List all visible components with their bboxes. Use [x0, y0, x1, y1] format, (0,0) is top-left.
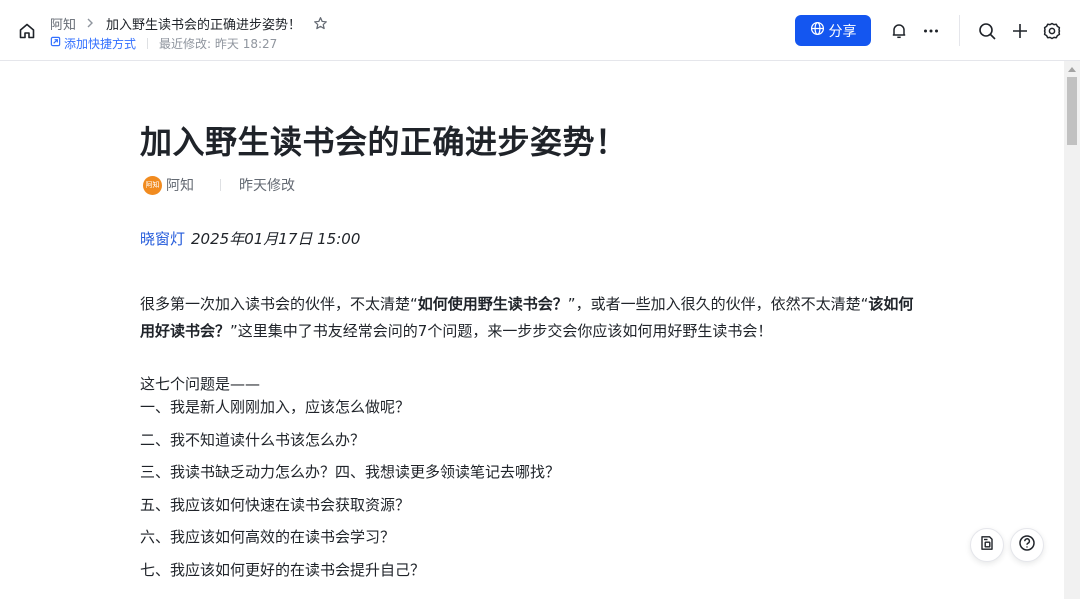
list-item: 一、我是新人刚刚加入，应该怎么做呢？ — [140, 398, 411, 416]
star-icon[interactable] — [313, 16, 328, 31]
share-label: 分享 — [828, 23, 857, 40]
list-item: 七、我应该如何更好的在读书会提升自己？ — [140, 560, 426, 579]
intro-text: ”这里集中了书友经常会问的7个问题，来一步步交会你应该如何用好野生读书会！ — [230, 322, 773, 340]
home-icon[interactable] — [16, 20, 38, 42]
divider — [220, 179, 221, 191]
add-shortcut-label: 添加快捷方式 — [64, 36, 137, 51]
more-icon[interactable] — [920, 20, 942, 42]
intro-bold-text: 如何使用野生读书会？ — [417, 295, 568, 313]
author-name[interactable]: 阿知 — [166, 175, 194, 195]
intro-text: ”，或者一些加入很久的伙伴，依然不太清楚“ — [567, 295, 869, 313]
bell-icon[interactable] — [888, 20, 910, 42]
last-modified-text: 最近修改: 昨天 18:27 — [159, 36, 278, 51]
byline-date: 2025年01月17日 15:00 — [191, 230, 361, 248]
document-icon — [979, 535, 995, 555]
modified-text: 昨天修改 — [239, 178, 295, 194]
document-title: 加入野生读书会的正确进步姿势！ — [140, 123, 628, 161]
help-button[interactable] — [1010, 528, 1044, 562]
breadcrumb: 阿知 加入野生读书会的正确进步姿势！ — [50, 13, 328, 33]
add-shortcut-link[interactable]: 添加快捷方式 — [50, 35, 136, 52]
list-item: 六、我应该如何高效的在读书会学习？ — [140, 528, 396, 546]
list-item: 二、我不知道读什么书该怎么办？ — [140, 430, 366, 449]
document-content: 加入野生读书会的正确进步姿势！ 阿知 阿知 昨天修改 晓窗灯 2025年01月17… — [0, 61, 1064, 599]
intro-text: 很多第一次加入读书会的伙伴，不太清楚“ — [140, 295, 418, 313]
questions-block: 这七个问题是—— 一、我是新人刚刚加入，应该怎么做呢？ 二、我不知道读什么书该怎… — [140, 373, 560, 591]
plus-icon[interactable] — [1009, 20, 1031, 42]
author-row: 阿知 阿知 昨天修改 — [143, 175, 295, 195]
breadcrumb-root[interactable]: 阿知 — [50, 14, 76, 33]
questions-heading: 这七个问题是—— — [140, 375, 261, 393]
top-bar: 阿知 加入野生读书会的正确进步姿势！ 添加快捷方式 最近修改: 昨天 18:27 — [0, 0, 1080, 61]
list-item: 五、我应该如何快速在读书会获取资源？ — [140, 495, 411, 514]
question-mark-icon — [1018, 534, 1036, 556]
share-button[interactable]: 分享 — [795, 15, 871, 46]
intro-paragraph: 很多第一次加入读书会的伙伴，不太清楚“如何使用野生读书会？”，或者一些加入很久的… — [140, 291, 926, 345]
byline-author-link[interactable]: 晓窗灯 — [140, 230, 185, 248]
divider — [959, 15, 960, 46]
scrollbar[interactable] — [1064, 61, 1080, 599]
search-icon[interactable] — [976, 20, 998, 42]
globe-icon — [810, 21, 825, 40]
avatar[interactable]: 阿知 — [143, 175, 162, 195]
list-item: 三、我读书缺乏动力怎么办？四、我想读更多领读笔记去哪找？ — [140, 463, 561, 481]
breadcrumb-doc-title[interactable]: 加入野生读书会的正确进步姿势！ — [106, 14, 301, 33]
gear-icon[interactable] — [1041, 20, 1063, 42]
divider — [147, 37, 149, 49]
chevron-right-icon — [86, 18, 94, 28]
shortcut-icon — [50, 36, 61, 50]
scrollbar-thumb[interactable] — [1067, 77, 1077, 145]
byline: 晓窗灯 2025年01月17日 15:00 — [140, 228, 360, 249]
doc-meta: 添加快捷方式 最近修改: 昨天 18:27 — [50, 35, 277, 51]
document-outline-button[interactable] — [970, 528, 1004, 562]
scroll-up-arrow-icon[interactable] — [1068, 67, 1076, 72]
